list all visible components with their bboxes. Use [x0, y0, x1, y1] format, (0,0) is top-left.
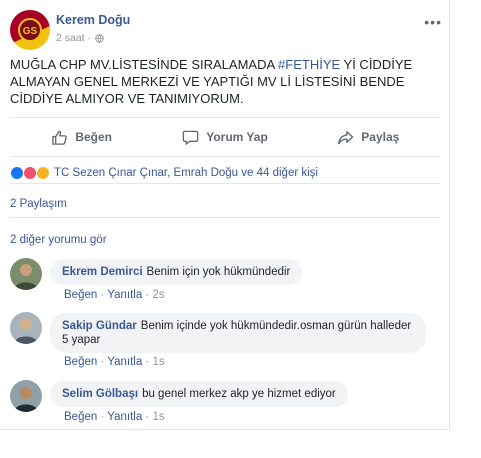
share-label: Paylaş — [361, 130, 400, 144]
comment-text: bu genel merkez akp ye hizmet ediyor — [142, 388, 336, 400]
post-text: MUĞLA CHP MV.LİSTESİNDE SIRALAMADA #FETH… — [10, 56, 440, 107]
love-reaction-icon — [23, 165, 37, 180]
avatar-photo-icon — [10, 380, 42, 412]
shares-count-link[interactable]: 2 Paylaşım — [10, 198, 67, 210]
post-options-button[interactable]: ••• — [424, 14, 442, 30]
comment-author[interactable]: Sakip Gündar — [62, 320, 137, 332]
separator: · — [97, 411, 108, 423]
globe-icon[interactable] — [95, 33, 104, 43]
shares-row: 2 Paylaşım — [10, 192, 440, 218]
separator: · — [142, 356, 153, 368]
like-reaction-icon — [10, 165, 24, 180]
share-button[interactable]: Paylaş — [297, 118, 440, 156]
comment-time[interactable]: 1s — [152, 411, 164, 423]
comment-bubble: Ekrem Demirci Benim için yok hükmündedir — [50, 259, 303, 285]
post-meta: 2 saat · — [56, 32, 104, 44]
author-name[interactable]: Kerem Doğu — [56, 13, 130, 27]
avatar-photo-icon — [10, 258, 42, 290]
post-action-bar: Beğen Yorum Yap Paylaş — [10, 117, 440, 157]
separator: · — [97, 356, 108, 368]
comment-author[interactable]: Ekrem Demirci — [62, 266, 143, 278]
wow-reaction-icon — [36, 165, 50, 180]
comment-like-link[interactable]: Beğen — [64, 289, 97, 301]
comment-time[interactable]: 1s — [152, 356, 164, 368]
comment-author[interactable]: Selim Gölbaşı — [62, 388, 138, 400]
comment-button[interactable]: Yorum Yap — [153, 118, 296, 156]
commenter-avatar[interactable] — [10, 312, 42, 344]
comment-text: Benim için yok hükmündedir — [146, 266, 291, 278]
commenter-avatar[interactable] — [10, 258, 42, 290]
post-text-start: MUĞLA CHP MV.LİSTESİNDE SIRALAMADA — [10, 57, 279, 72]
reactions-summary[interactable]: TC Sezen Çınar Çınar, Emrah Doğu ve 44 d… — [10, 162, 440, 184]
separator: · — [142, 411, 153, 423]
reactions-text[interactable]: TC Sezen Çınar Çınar, Emrah Doğu ve 44 d… — [54, 167, 318, 179]
svg-text:GS: GS — [23, 26, 38, 37]
view-more-comments-link[interactable]: 2 diğer yorumu gör — [10, 234, 107, 246]
comment-label: Yorum Yap — [206, 130, 268, 144]
comment-item: Ekrem Demirci Benim için yok hükmündedir … — [10, 258, 440, 306]
like-label: Beğen — [75, 130, 112, 144]
post-time[interactable]: 2 saat · — [56, 32, 91, 44]
comment-reply-link[interactable]: Yanıtla — [107, 289, 142, 301]
separator: · — [142, 289, 153, 301]
comment-actions: Beğen · Yanıtla · 1s — [64, 356, 165, 368]
comment-reply-link[interactable]: Yanıtla — [107, 356, 142, 368]
like-button[interactable]: Beğen — [10, 118, 153, 156]
galatasaray-logo-icon: GS — [10, 10, 50, 50]
author-avatar[interactable]: GS — [10, 10, 50, 50]
hashtag-link[interactable]: #FETHİYE — [278, 57, 340, 72]
reaction-icons — [10, 165, 50, 180]
commenter-avatar[interactable] — [10, 380, 42, 412]
thumbs-up-icon — [52, 130, 68, 145]
avatar-photo-icon — [10, 312, 42, 344]
speech-bubble-icon — [182, 130, 199, 145]
comment-item: Sakip Gündar Benim içinde yok hükmündedir… — [10, 312, 440, 374]
share-arrow-icon — [338, 130, 354, 144]
facebook-post-card: GS Kerem Doğu 2 saat · ••• MUĞLA CHP MV.… — [0, 0, 450, 430]
comment-time[interactable]: 2s — [152, 289, 164, 301]
post-header: GS Kerem Doğu 2 saat · ••• — [10, 8, 442, 54]
comment-actions: Beğen · Yanıtla · 2s — [64, 289, 165, 301]
separator: · — [97, 289, 108, 301]
comment-actions: Beğen · Yanıtla · 1s — [64, 411, 165, 423]
comment-bubble: Sakip Gündar Benim içinde yok hükmündedir… — [50, 313, 426, 353]
comment-bubble: Selim Gölbaşı bu genel merkez akp ye hizm… — [50, 381, 348, 407]
comment-like-link[interactable]: Beğen — [64, 411, 97, 423]
comment-item: Selim Gölbaşı bu genel merkez akp ye hizm… — [10, 380, 440, 428]
comment-reply-link[interactable]: Yanıtla — [107, 411, 142, 423]
comment-like-link[interactable]: Beğen — [64, 356, 97, 368]
